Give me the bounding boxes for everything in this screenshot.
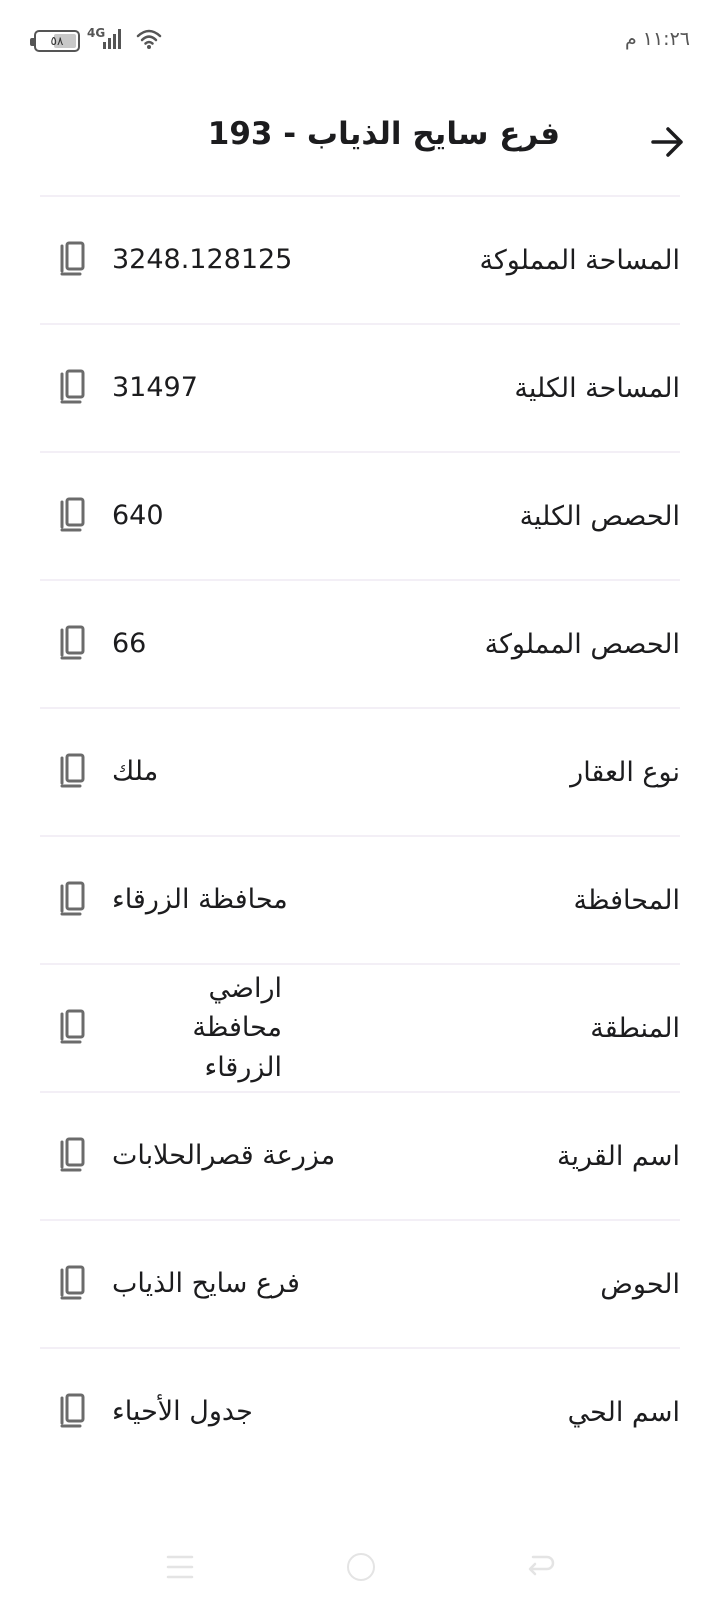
detail-value[interactable]: 66: [112, 581, 312, 707]
detail-label: نوع العقار: [570, 756, 680, 788]
detail-row-total-shares: الحصص الكلية 640: [40, 451, 680, 579]
detail-row-region: المنطقة اراضي محافظة الزرقاء: [40, 963, 680, 1091]
copy-icon: [60, 1393, 85, 1428]
home-icon[interactable]: [347, 1553, 375, 1581]
detail-row-governorate: المحافظة محافظة الزرقاء: [40, 835, 680, 963]
copy-icon: [60, 753, 85, 788]
detail-row-property-type: نوع العقار ملك: [40, 707, 680, 835]
detail-label: اسم الحي: [567, 1396, 680, 1428]
wifi-icon: [136, 29, 162, 49]
system-nav-bar: [0, 1540, 720, 1612]
copy-icon: [60, 1265, 85, 1300]
copy-icon: [60, 369, 85, 404]
detail-label: المساحة الكلية: [514, 372, 680, 404]
details-list: المساحة المملوكة 3248.128125 المساحة الك…: [40, 195, 680, 1475]
detail-label: الحصص الكلية: [519, 500, 680, 532]
detail-row-owned-shares: الحصص المملوكة 66: [40, 579, 680, 707]
copy-button[interactable]: [52, 240, 88, 280]
menu-icon[interactable]: [166, 1554, 194, 1580]
detail-row-neighborhood: اسم الحي جدول الأحياء: [40, 1347, 680, 1475]
detail-label: المحافظة: [573, 884, 680, 916]
detail-row-owned-area: المساحة المملوكة 3248.128125: [40, 195, 680, 323]
detail-value[interactable]: 640: [112, 453, 312, 579]
detail-label: اسم القرية: [557, 1140, 680, 1172]
detail-value[interactable]: جدول الأحياء: [112, 1349, 312, 1475]
detail-label: الحصص المملوكة: [484, 628, 680, 660]
copy-button[interactable]: [52, 880, 88, 920]
detail-value[interactable]: 31497: [112, 325, 312, 451]
battery-icon: ٥٨: [30, 30, 80, 52]
copy-icon: [60, 1009, 85, 1044]
detail-value[interactable]: محافظة الزرقاء: [112, 837, 312, 963]
detail-row-total-area: المساحة الكلية 31497: [40, 323, 680, 451]
copy-button[interactable]: [52, 496, 88, 536]
detail-label: المساحة المملوكة: [479, 244, 680, 276]
back-icon[interactable]: [525, 1553, 555, 1581]
copy-button[interactable]: [52, 1392, 88, 1432]
copy-button[interactable]: [52, 1136, 88, 1176]
copy-icon: [60, 1137, 85, 1172]
detail-value[interactable]: اراضي محافظة الزرقاء: [112, 965, 282, 1091]
status-bar: ٥٨ 4G ١١:٢٦ م: [0, 0, 720, 80]
battery-level: ٥٨: [50, 34, 64, 48]
detail-value[interactable]: 3248.128125: [112, 197, 312, 323]
back-button[interactable]: [640, 114, 696, 170]
status-time: ١١:٢٦ م: [624, 28, 690, 50]
copy-button[interactable]: [52, 1008, 88, 1048]
copy-button[interactable]: [52, 624, 88, 664]
copy-icon: [60, 625, 85, 660]
signal-icon: [103, 29, 121, 49]
copy-button[interactable]: [52, 752, 88, 792]
copy-button[interactable]: [52, 368, 88, 408]
detail-value[interactable]: مزرعة قصرالحلابات: [112, 1093, 352, 1219]
app-bar: فرع سايح الذياب - 193: [0, 100, 720, 190]
detail-value[interactable]: فرع سايح الذياب: [112, 1221, 352, 1347]
detail-label: المنطقة: [590, 1012, 680, 1044]
copy-icon: [60, 497, 85, 532]
detail-row-basin: الحوض فرع سايح الذياب: [40, 1219, 680, 1347]
page-title: فرع سايح الذياب - 193: [207, 116, 560, 152]
copy-icon: [60, 241, 85, 276]
detail-label: الحوض: [600, 1268, 680, 1300]
detail-row-village-name: اسم القرية مزرعة قصرالحلابات: [40, 1091, 680, 1219]
copy-button[interactable]: [52, 1264, 88, 1304]
copy-icon: [60, 881, 85, 916]
detail-value[interactable]: ملك: [112, 709, 312, 835]
arrow-right-icon: [651, 127, 683, 157]
